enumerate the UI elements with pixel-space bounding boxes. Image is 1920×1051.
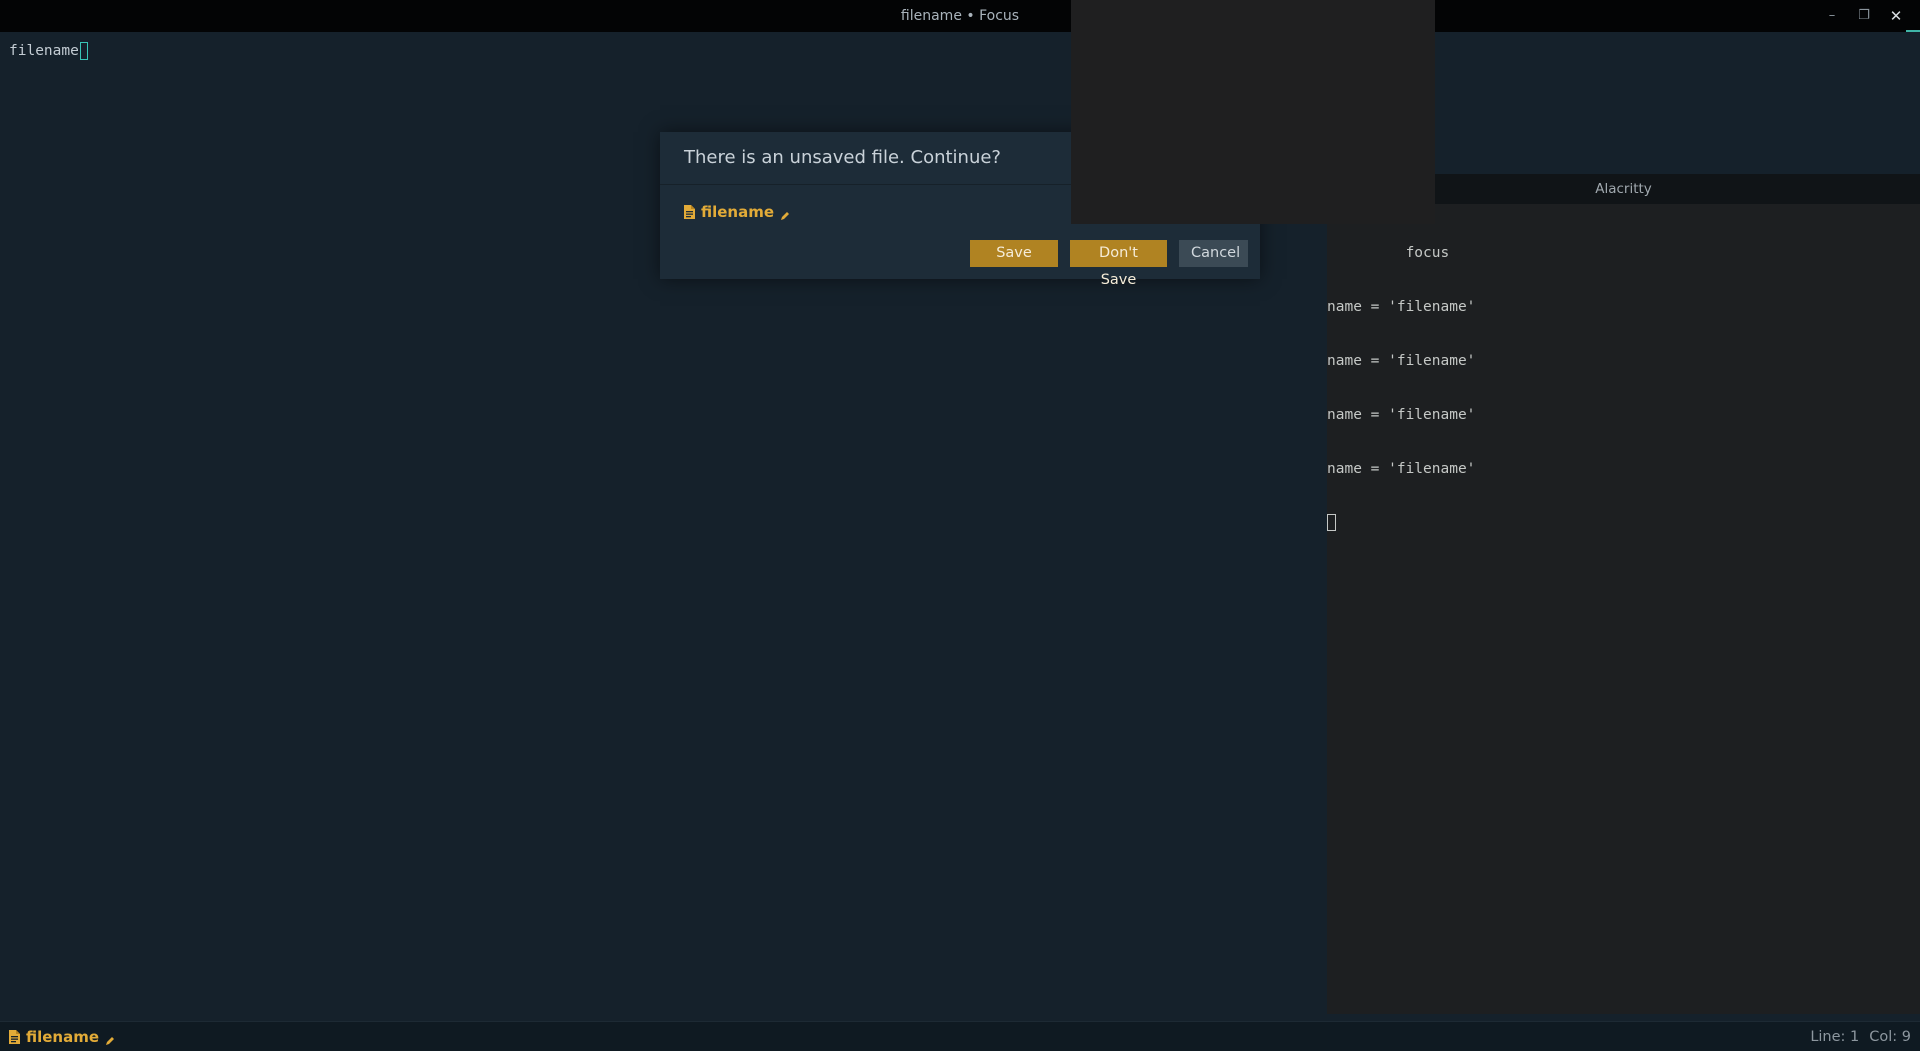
text-cursor (79, 42, 88, 60)
close-button[interactable]: ✕ (1880, 0, 1912, 32)
alacritty-terminal-window[interactable]: Alacritty focus name = 'filename' name =… (1327, 174, 1920, 1014)
cursor-position: Line: 1 Col: 9 (1810, 1029, 1920, 1045)
terminal-line: name = 'filename' (1327, 299, 1476, 315)
window-controls: – ❐ ✕ (1816, 0, 1912, 32)
status-bar: filename Line: 1 Col: 9 (0, 1021, 1920, 1051)
terminal-line: focus (1327, 245, 1450, 261)
status-file[interactable]: filename (0, 1028, 115, 1046)
terminal-prompt-line (1327, 514, 1920, 532)
window-title: filename • Focus (900, 8, 1020, 24)
terminal-line: name = 'filename' (1327, 407, 1476, 423)
pencil-icon (780, 207, 790, 220)
terminal-output[interactable]: focus name = 'filename' name = 'filename… (1327, 204, 1920, 568)
dialog-file-name: filename (701, 203, 775, 221)
pencil-icon (105, 1032, 115, 1045)
cancel-button[interactable]: Cancel (1179, 240, 1248, 267)
editor-line-text: filename (9, 43, 79, 59)
screen: filename • Focus – ❐ ✕ filename filename (0, 0, 1920, 1051)
save-button[interactable]: Save (970, 240, 1058, 267)
title-bar[interactable]: filename • Focus – ❐ ✕ (0, 0, 1920, 32)
dialog-buttons: Save Don't Save Cancel (970, 240, 1248, 288)
terminal-line: name = 'filename' (1327, 461, 1476, 477)
status-file-name: filename (26, 1027, 100, 1046)
terminal-cursor (1327, 514, 1336, 531)
terminal-line: name = 'filename' (1327, 353, 1476, 369)
dont-save-button[interactable]: Don't Save (1070, 240, 1167, 288)
editor-line: filename (9, 42, 88, 60)
line-indicator: Line: 1 (1810, 1028, 1860, 1045)
file-icon (9, 1029, 20, 1044)
maximize-button[interactable]: ❐ (1848, 0, 1880, 32)
file-icon (684, 205, 695, 219)
col-indicator: Col: 9 (1869, 1028, 1911, 1045)
minimize-button[interactable]: – (1816, 0, 1848, 32)
blank-popup-window[interactable] (1071, 0, 1435, 224)
